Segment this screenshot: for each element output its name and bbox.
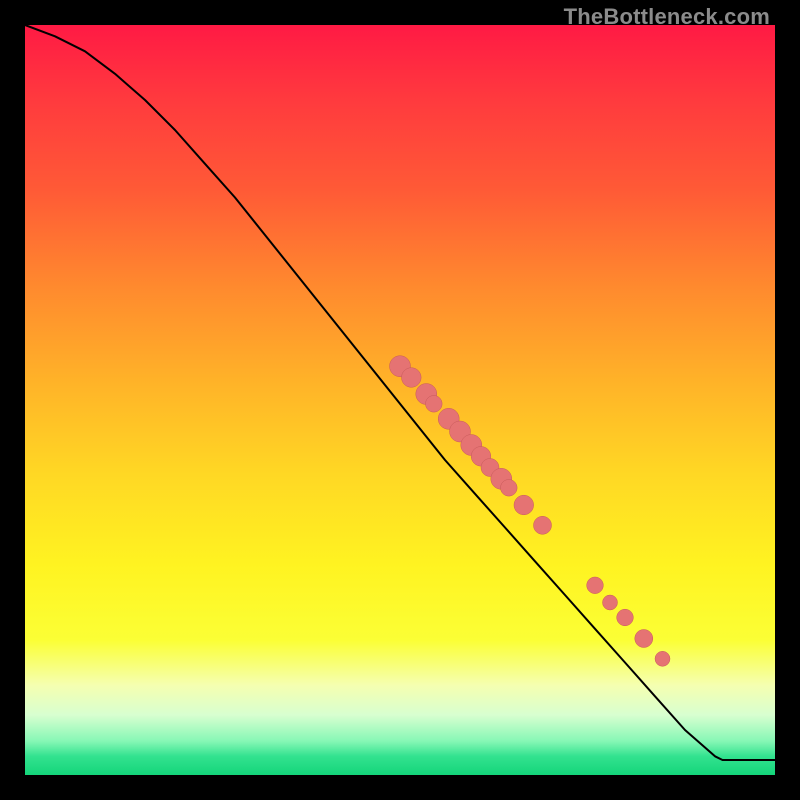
watermark-text: TheBottleneck.com (564, 4, 770, 30)
marker-group (390, 356, 671, 667)
data-marker (635, 630, 653, 648)
bottleneck-curve (25, 25, 775, 760)
data-marker (617, 609, 634, 626)
data-marker (501, 480, 518, 497)
chart-overlay (25, 25, 775, 775)
data-marker (514, 495, 534, 515)
data-marker (603, 595, 618, 610)
data-marker (402, 368, 422, 388)
plot-area (25, 25, 775, 775)
data-marker (587, 577, 604, 594)
data-marker (426, 396, 443, 413)
data-marker (655, 651, 670, 666)
data-marker (534, 516, 552, 534)
